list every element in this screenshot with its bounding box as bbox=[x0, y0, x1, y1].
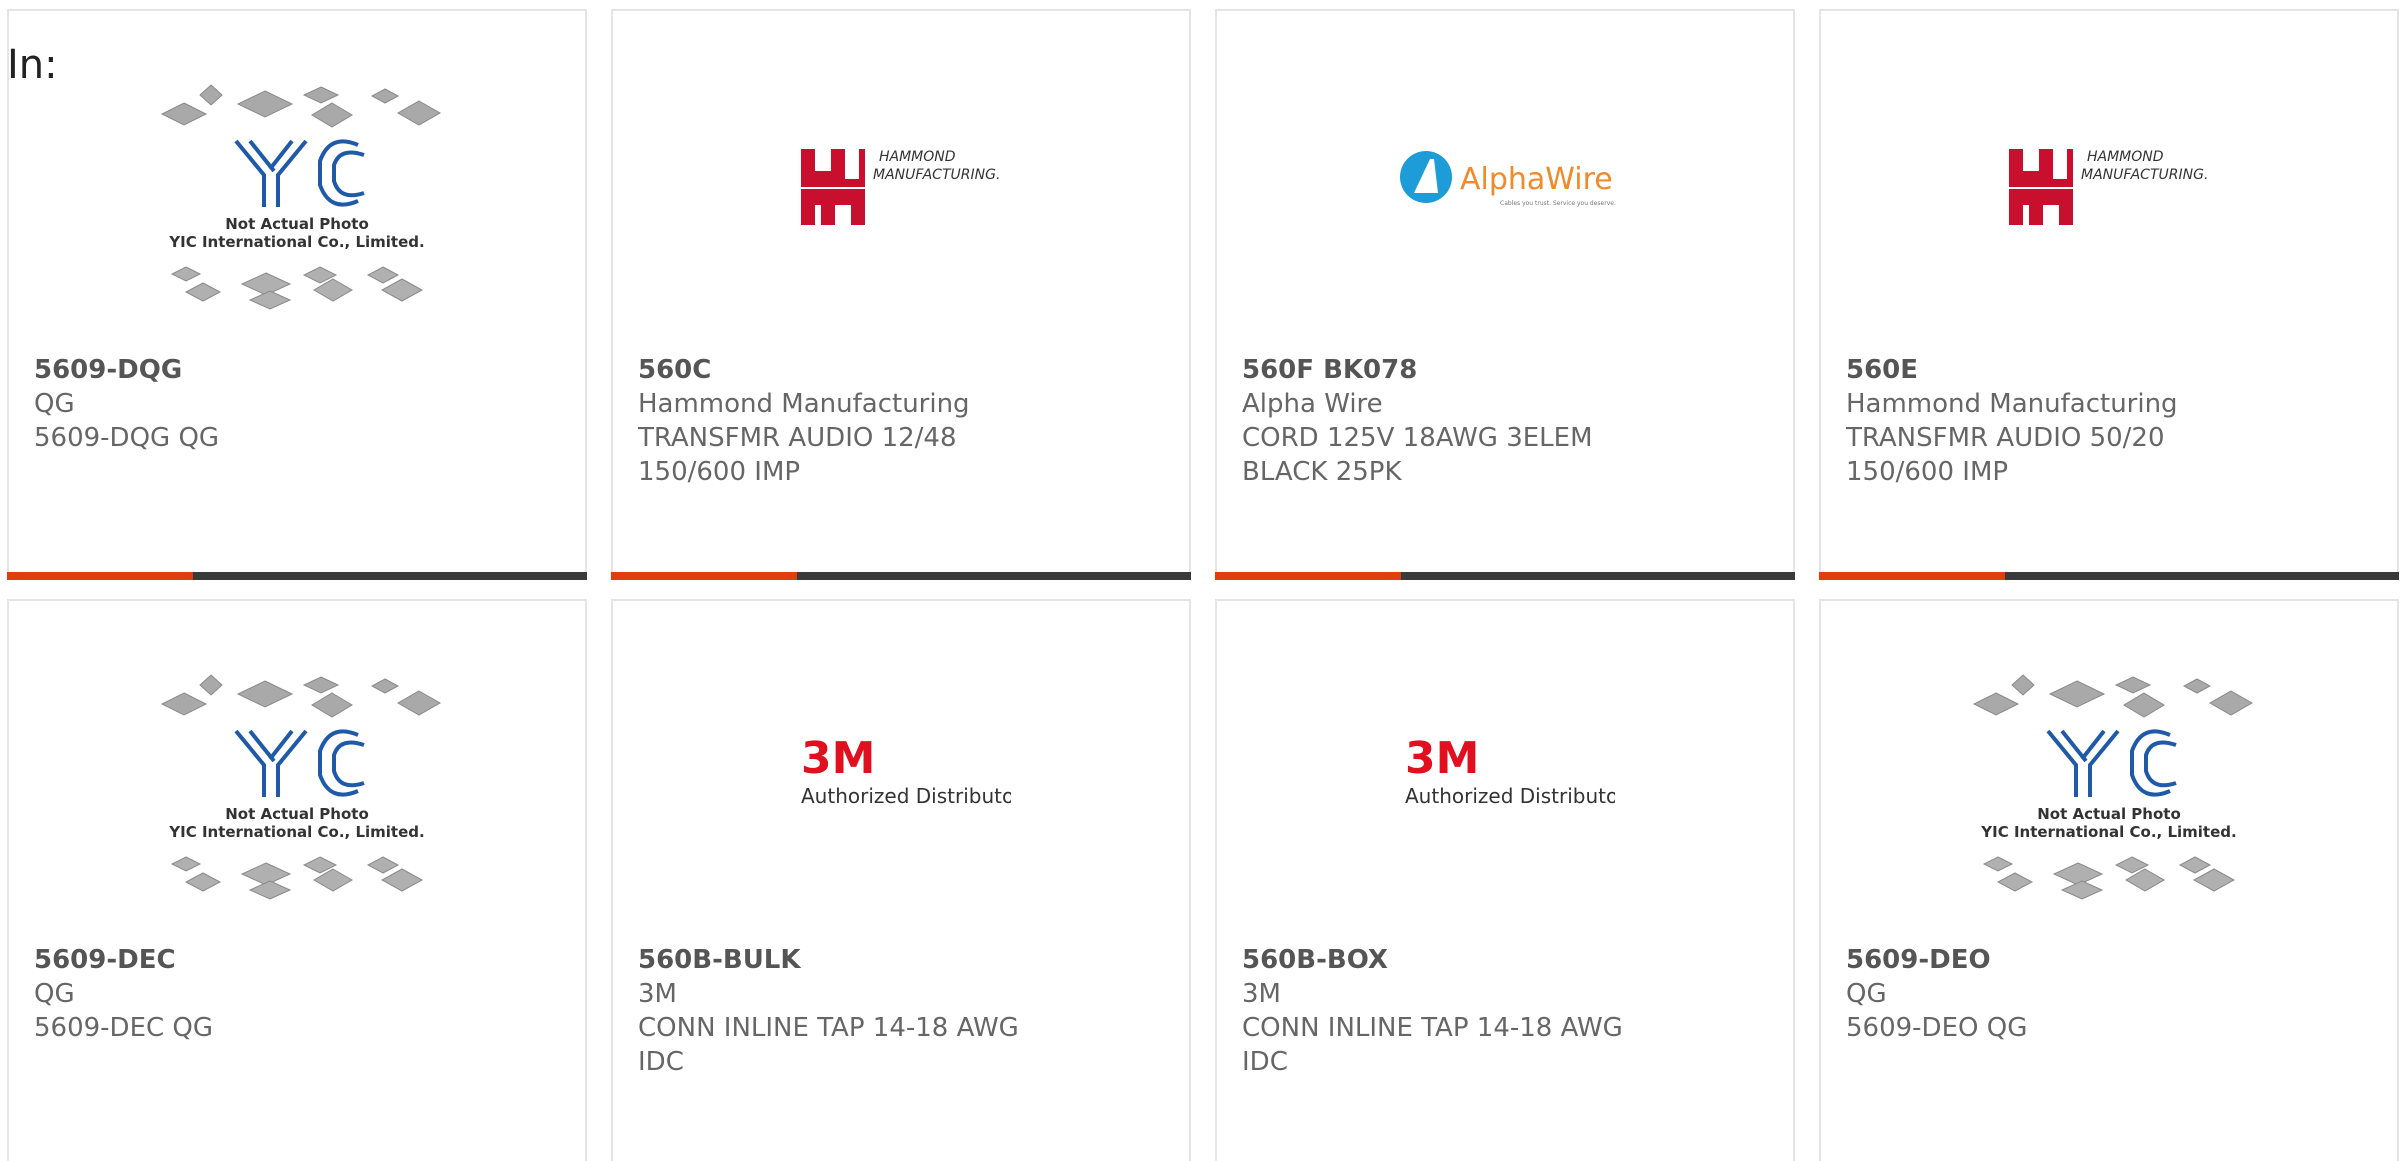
product-info: 5609-DEC QG 5609-DEC QG bbox=[34, 943, 565, 1045]
part-number[interactable]: 5609-DEO bbox=[1846, 943, 2377, 977]
product-card[interactable]: AlphaWire Cables you trust. Service you … bbox=[1215, 9, 1795, 580]
svg-text:Cables you trust. Service you: Cables you trust. Service you deserve. bbox=[1500, 200, 1616, 207]
product-card[interactable]: HAMMOND MANUFACTURING. 560E Hammond Manu… bbox=[1819, 9, 2399, 580]
svg-text:Not Actual Photo: Not Actual Photo bbox=[225, 215, 369, 233]
progress-fill bbox=[611, 572, 797, 580]
description: TRANSFMR AUDIO 50/20 150/600 IMP bbox=[1846, 423, 2165, 487]
part-number[interactable]: 5609-DEC bbox=[34, 943, 565, 977]
svg-text:Authorized Distributor: Authorized Distributor bbox=[1405, 784, 1615, 808]
hammond-logo: HAMMOND MANUFACTURING. bbox=[2009, 149, 2208, 225]
svg-text:MANUFACTURING.: MANUFACTURING. bbox=[873, 167, 1000, 183]
svg-text:HAMMOND: HAMMOND bbox=[2087, 149, 2164, 165]
svg-text:YIC International Co., Limited: YIC International Co., Limited. bbox=[168, 233, 424, 251]
description: CONN INLINE TAP 14-18 AWG IDC bbox=[1242, 1013, 1623, 1077]
part-number[interactable]: 560F BK078 bbox=[1242, 353, 1773, 387]
progress-bar bbox=[7, 572, 587, 580]
product-photo: Not Actual Photo YIC International Co., … bbox=[9, 81, 585, 351]
product-card[interactable]: HAMMOND MANUFACTURING. 560C Hammond Manu… bbox=[611, 9, 1191, 580]
description: 5609-DEC QG bbox=[34, 1013, 214, 1043]
progress-fill bbox=[1215, 572, 1401, 580]
svg-text:3M: 3M bbox=[1405, 733, 1479, 784]
manufacturer: QG bbox=[34, 389, 75, 419]
3m-logo: 3M Authorized Distributor bbox=[1405, 733, 1615, 808]
3m-logo: 3M Authorized Distributor bbox=[801, 733, 1011, 808]
product-info: 560E Hammond Manufacturing TRANSFMR AUDI… bbox=[1846, 353, 2377, 489]
description: CONN INLINE TAP 14-18 AWG IDC bbox=[638, 1013, 1019, 1077]
product-card[interactable]: 3M Authorized Distributor 560B-BOX 3M CO… bbox=[1215, 599, 1795, 1161]
product-card[interactable]: 3M Authorized Distributor 560B-BULK 3M C… bbox=[611, 599, 1191, 1161]
product-grid: Not Actual Photo YIC International Co., … bbox=[7, 9, 2399, 1161]
manufacturer: Alpha Wire bbox=[1242, 389, 1383, 419]
description: 5609-DEO QG bbox=[1846, 1013, 2028, 1043]
part-number[interactable]: 560E bbox=[1846, 353, 2377, 387]
product-info: 560F BK078 Alpha Wire CORD 125V 18AWG 3E… bbox=[1242, 353, 1773, 489]
progress-bar bbox=[1215, 572, 1795, 580]
description: CORD 125V 18AWG 3ELEM BLACK 25PK bbox=[1242, 423, 1593, 487]
svg-text:Not Actual Photo: Not Actual Photo bbox=[2037, 805, 2181, 823]
product-info: 560B-BOX 3M CONN INLINE TAP 14-18 AWG ID… bbox=[1242, 943, 1773, 1079]
yic-logo: Not Actual Photo YIC International Co., … bbox=[160, 84, 442, 310]
svg-text:YIC International Co., Limited: YIC International Co., Limited. bbox=[168, 823, 424, 841]
manufacturer: Hammond Manufacturing bbox=[638, 389, 970, 419]
description: TRANSFMR AUDIO 12/48 150/600 IMP bbox=[638, 423, 957, 487]
progress-fill bbox=[7, 572, 193, 580]
part-number[interactable]: 560B-BULK bbox=[638, 943, 1169, 977]
product-photo: Not Actual Photo YIC International Co., … bbox=[1821, 671, 2397, 941]
product-card[interactable]: Not Actual Photo YIC International Co., … bbox=[7, 599, 587, 1161]
manufacturer: 3M bbox=[1242, 979, 1281, 1009]
product-results-page: In: Not Actual Photo YIC International C… bbox=[0, 0, 2403, 1161]
progress-bar bbox=[1819, 572, 2399, 580]
svg-text:3M: 3M bbox=[801, 733, 875, 784]
product-photo: Not Actual Photo YIC International Co., … bbox=[9, 671, 585, 941]
description: 5609-DQG QG bbox=[34, 423, 220, 453]
product-info: 560C Hammond Manufacturing TRANSFMR AUDI… bbox=[638, 353, 1169, 489]
svg-text:Not Actual Photo: Not Actual Photo bbox=[225, 805, 369, 823]
manufacturer: QG bbox=[1846, 979, 1887, 1009]
progress-bar bbox=[611, 572, 1191, 580]
alphawire-logo: AlphaWire Cables you trust. Service you … bbox=[1400, 151, 1616, 207]
svg-text:HAMMOND: HAMMOND bbox=[879, 149, 956, 165]
product-card[interactable]: Not Actual Photo YIC International Co., … bbox=[1819, 599, 2399, 1161]
progress-fill bbox=[1819, 572, 2005, 580]
yic-logo: Not Actual Photo YIC International Co., … bbox=[1972, 674, 2254, 900]
svg-text:YIC International Co., Limited: YIC International Co., Limited. bbox=[1980, 823, 2236, 841]
yic-logo: Not Actual Photo YIC International Co., … bbox=[160, 674, 442, 900]
part-number[interactable]: 560C bbox=[638, 353, 1169, 387]
product-info: 560B-BULK 3M CONN INLINE TAP 14-18 AWG I… bbox=[638, 943, 1169, 1079]
manufacturer: Hammond Manufacturing bbox=[1846, 389, 2178, 419]
part-number[interactable]: 560B-BOX bbox=[1242, 943, 1773, 977]
product-card[interactable]: Not Actual Photo YIC International Co., … bbox=[7, 9, 587, 580]
svg-text:AlphaWire: AlphaWire bbox=[1460, 162, 1613, 197]
manufacturer: 3M bbox=[638, 979, 677, 1009]
svg-text:MANUFACTURING.: MANUFACTURING. bbox=[2081, 167, 2208, 183]
manufacturer: QG bbox=[34, 979, 75, 1009]
filter-label: In: bbox=[7, 42, 58, 88]
product-info: 5609-DQG QG 5609-DQG QG bbox=[34, 353, 565, 455]
part-number[interactable]: 5609-DQG bbox=[34, 353, 565, 387]
svg-text:Authorized Distributor: Authorized Distributor bbox=[801, 784, 1011, 808]
hammond-logo: HAMMOND MANUFACTURING. bbox=[801, 149, 1000, 225]
product-info: 5609-DEO QG 5609-DEO QG bbox=[1846, 943, 2377, 1045]
